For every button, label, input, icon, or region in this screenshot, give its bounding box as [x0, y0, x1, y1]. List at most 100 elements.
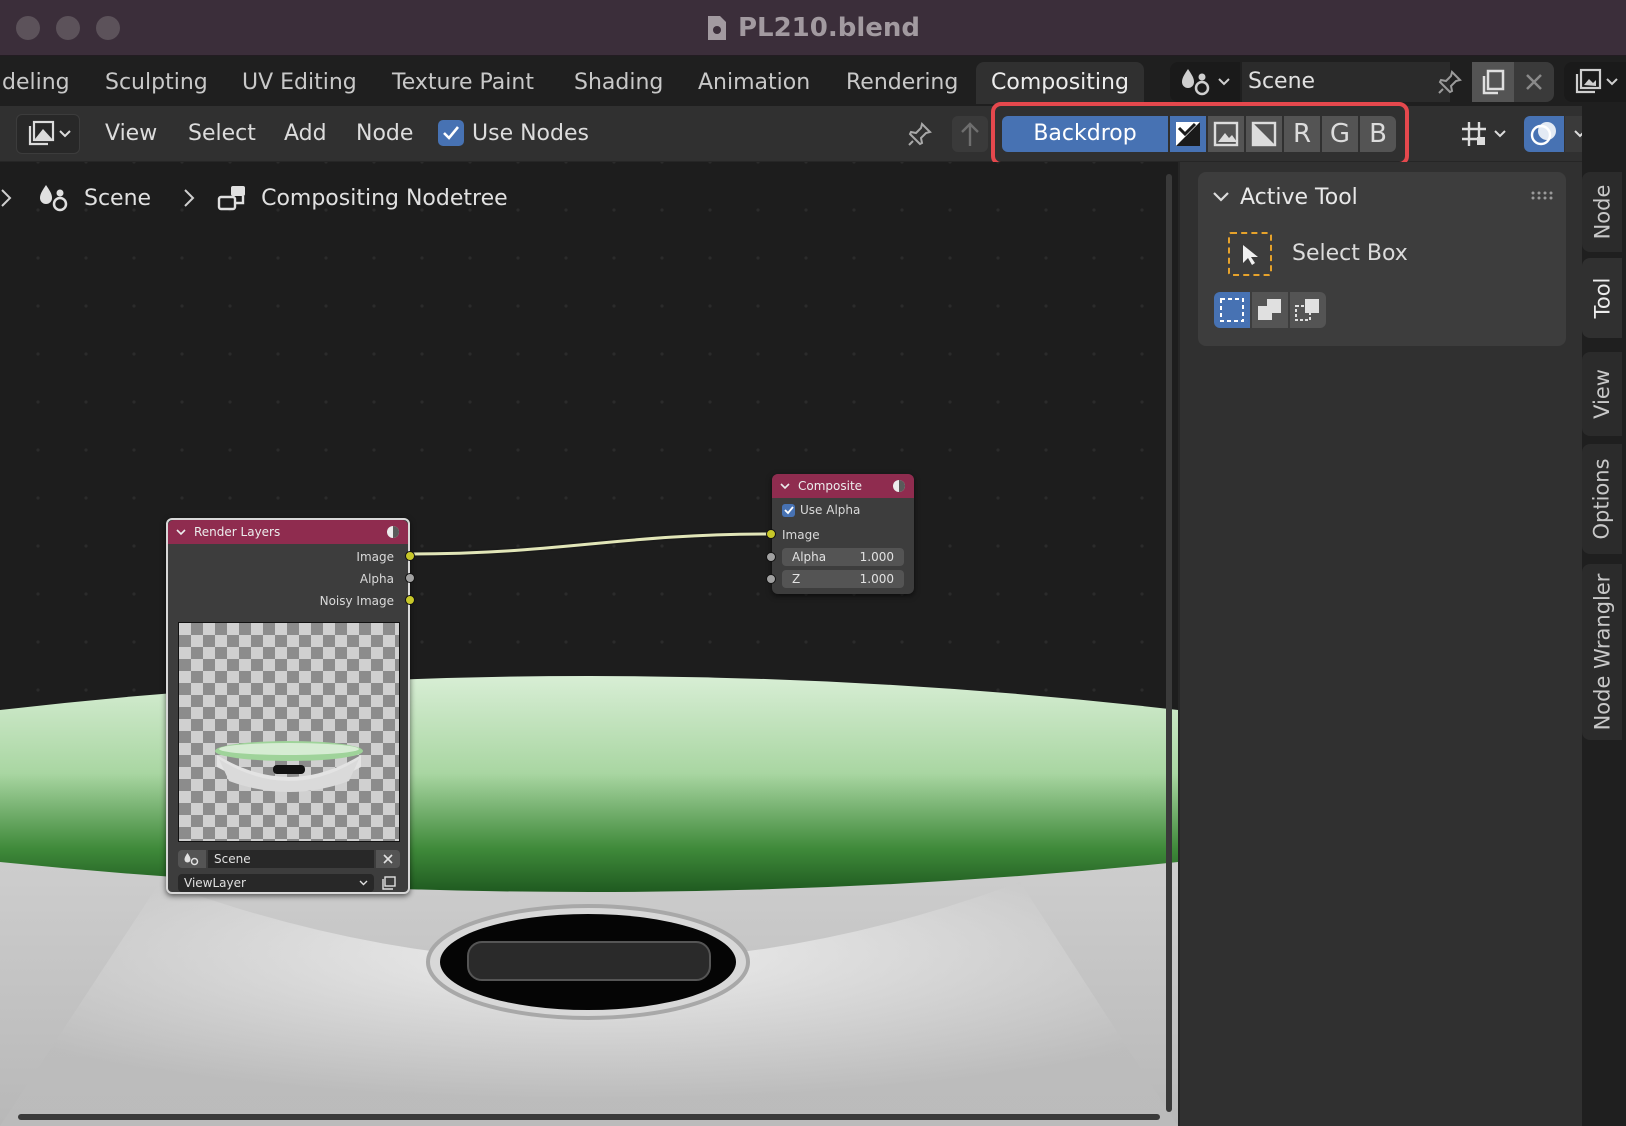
workspace-tab-compositing[interactable]: Compositing	[976, 62, 1144, 104]
overlays-toggle[interactable]	[1524, 116, 1564, 152]
alpha-value: 1.000	[859, 550, 894, 564]
node-scene-field[interactable]: Scene	[208, 850, 374, 868]
use-alpha-checkbox[interactable]	[782, 504, 795, 517]
output-alpha-socket[interactable]	[405, 573, 415, 583]
duplicate-icon	[1482, 69, 1505, 95]
sidebar-tab-node-label: Node	[1590, 184, 1614, 240]
node-scene-browse[interactable]	[178, 850, 206, 868]
sidebar-tab-view-label: View	[1590, 369, 1614, 419]
workspace-tab-sculpting[interactable]: Sculpting	[95, 62, 218, 104]
input-alpha-socket[interactable]	[766, 552, 776, 562]
scene-browse-button[interactable]	[1170, 62, 1240, 102]
backdrop-alpha-button[interactable]	[1246, 116, 1282, 152]
close-icon	[383, 854, 393, 864]
backdrop-blue-button[interactable]: B	[1360, 116, 1396, 152]
render-layers-icon	[1575, 68, 1602, 94]
output-image-label: Image	[356, 550, 394, 564]
workspace-tabs-bar: deling Sculpting UV Editing Texture Pain…	[0, 56, 1626, 106]
menu-node[interactable]: Node	[356, 116, 413, 152]
workspace-tab-animation[interactable]: Animation	[688, 62, 820, 104]
use-nodes-label[interactable]: Use Nodes	[472, 116, 589, 152]
editor-type-button[interactable]	[16, 114, 80, 154]
node-scene-unlink[interactable]	[376, 850, 400, 868]
active-tool-panel: Active Tool Select Box	[1198, 172, 1566, 346]
workspace-tab-rendering[interactable]: Rendering	[836, 62, 968, 104]
image-editor-icon	[28, 120, 55, 146]
sidebar-tab-options-label: Options	[1590, 458, 1614, 540]
alpha-field[interactable]: Alpha 1.000	[782, 548, 904, 566]
active-tool-header[interactable]: Active Tool	[1212, 180, 1358, 214]
view-layer-value: ViewLayer	[184, 876, 246, 890]
sidebar-tab-node-wrangler[interactable]: Node Wrangler	[1582, 564, 1622, 740]
workspace-tab-modeling[interactable]: deling	[0, 62, 80, 104]
backdrop-color-alpha-button[interactable]	[1170, 116, 1206, 152]
scene-name-field[interactable]: Scene	[1242, 62, 1450, 102]
input-z-socket[interactable]	[766, 574, 776, 584]
select-subtract-icon	[1295, 299, 1319, 321]
unlink-scene-button[interactable]	[1514, 62, 1554, 102]
scene-icon	[184, 853, 199, 866]
composite-title: Composite	[798, 479, 863, 493]
pin-node-tree-button[interactable]	[902, 116, 938, 152]
pin-icon	[908, 122, 932, 146]
collapse-chevron-icon[interactable]	[176, 528, 186, 536]
scene-icon	[1182, 69, 1210, 96]
select-box-tool-label: Select Box	[1292, 241, 1408, 266]
z-value: 1.000	[859, 572, 894, 586]
drag-handle-icon[interactable]	[1530, 190, 1554, 200]
sidebar-tab-tool[interactable]: Tool	[1582, 258, 1622, 338]
menu-view[interactable]: View	[105, 116, 157, 152]
use-alpha-label[interactable]: Use Alpha	[800, 503, 860, 517]
input-image-socket[interactable]	[766, 529, 776, 539]
mode-subtract-button[interactable]	[1290, 292, 1326, 328]
cursor-arrow-icon	[1243, 245, 1258, 265]
sidebar-header-area	[1410, 106, 1595, 162]
output-noisy-image-socket[interactable]	[405, 595, 415, 605]
view-layer-dropdown[interactable]: ViewLayer	[178, 874, 374, 892]
render-layers-node[interactable]: Render Layers Image Alpha Noisy Image Sc…	[166, 518, 415, 894]
menu-select[interactable]: Select	[188, 116, 256, 152]
chevron-down-icon	[1494, 130, 1506, 138]
mode-set-button[interactable]	[1214, 292, 1250, 328]
z-field[interactable]: Z 1.000	[782, 570, 904, 588]
sidebar-tab-tool-label: Tool	[1590, 277, 1615, 319]
select-box-tool-icon[interactable]	[1228, 232, 1272, 276]
mode-extend-button[interactable]	[1252, 292, 1288, 328]
render-layers-header[interactable]: Render Layers	[168, 520, 408, 544]
composite-node[interactable]: Composite Use Alpha Image Alpha 1.000 Z …	[766, 474, 914, 594]
window-title-area: PL210.blend	[0, 0, 1626, 56]
overlay-icon	[1530, 122, 1556, 146]
view-layer-browse-button[interactable]	[1564, 62, 1626, 102]
parent-node-tree-button[interactable]	[952, 116, 988, 152]
snap-element-dropdown[interactable]	[1452, 116, 1514, 152]
sidebar-tab-options[interactable]: Options	[1582, 444, 1622, 554]
pin-scene-button[interactable]	[1432, 62, 1468, 102]
backdrop-toggle[interactable]: Backdrop	[1002, 116, 1168, 152]
backdrop-color-button[interactable]	[1208, 116, 1244, 152]
snap-grid-icon	[1462, 122, 1486, 146]
sidebar-tab-node[interactable]: Node	[1582, 172, 1622, 252]
window-title: PL210.blend	[737, 13, 921, 43]
composite-header[interactable]: Composite	[772, 474, 914, 498]
sidebar-tab-view[interactable]: View	[1582, 352, 1622, 436]
output-alpha-label: Alpha	[359, 572, 394, 586]
use-nodes-checkbox[interactable]	[438, 120, 464, 146]
menu-add[interactable]: Add	[284, 116, 327, 152]
workspace-tab-shading[interactable]: Shading	[564, 62, 673, 104]
render-layer-button[interactable]	[376, 874, 400, 892]
node-editor-canvas[interactable]: Scene Compositing Nodetree Render Layers…	[0, 162, 1178, 1126]
select-extend-icon	[1258, 299, 1281, 320]
workspace-tab-texture-paint[interactable]: Texture Paint	[382, 62, 544, 104]
chevron-down-icon	[359, 880, 368, 886]
sidebar-panel: Active Tool Select Box	[1178, 162, 1582, 1126]
preview-toggle-icon[interactable]	[386, 525, 400, 539]
chevron-down-icon	[1606, 78, 1618, 86]
backdrop-red-button[interactable]: R	[1284, 116, 1320, 152]
render-layers-title: Render Layers	[194, 525, 281, 539]
workspace-tab-uv-editing[interactable]: UV Editing	[232, 62, 367, 104]
new-scene-button[interactable]	[1472, 62, 1514, 102]
collapse-chevron-icon[interactable]	[780, 482, 790, 490]
output-image-socket[interactable]	[405, 551, 415, 561]
preview-toggle-icon[interactable]	[892, 479, 906, 493]
backdrop-green-button[interactable]: G	[1322, 116, 1358, 152]
